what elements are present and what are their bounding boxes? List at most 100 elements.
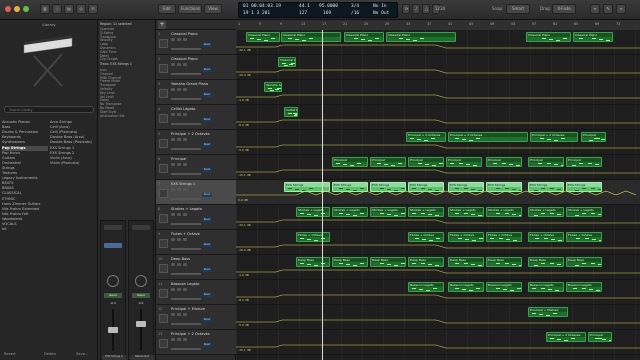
automation-mode-button[interactable]: Read	[202, 193, 212, 197]
record-enable-button[interactable]	[183, 88, 187, 91]
track-volume-slider[interactable]	[171, 173, 201, 175]
automation-mode-button[interactable]: Read	[202, 118, 212, 122]
drag-select[interactable]: X-Fade	[552, 4, 576, 14]
eq-thumbnail[interactable]	[104, 225, 122, 230]
pan-knob[interactable]	[107, 275, 119, 287]
track-parameter[interactable]: Articulation Set	[100, 114, 154, 118]
volume-automation-line[interactable]	[236, 319, 640, 324]
volume-automation-line[interactable]	[236, 144, 640, 149]
track-header[interactable]: 6 Principal Read	[156, 155, 236, 180]
automation-mode-button[interactable]: Read	[202, 268, 212, 272]
mute-button[interactable]	[171, 138, 175, 141]
volume-automation-line[interactable]	[236, 44, 640, 49]
volume-automation-line[interactable]	[236, 190, 637, 196]
library-icon[interactable]: ▥	[40, 4, 50, 14]
solo-button[interactable]	[177, 263, 181, 266]
zoom-window-button[interactable]	[23, 6, 29, 12]
track-name[interactable]: Yamaha Grand Piano	[171, 82, 208, 86]
mute-button[interactable]	[171, 88, 175, 91]
tuner-icon[interactable]: ♪	[412, 4, 420, 14]
track-name[interactable]: Flutes + Octave	[171, 232, 200, 236]
save-button[interactable]: Save...	[76, 352, 96, 358]
automation-mode-button[interactable]: Read	[202, 318, 212, 322]
solo-button[interactable]	[177, 238, 181, 241]
library-patch[interactable]: Violin (Pizzicato)	[50, 161, 96, 166]
solo-button[interactable]	[177, 313, 181, 316]
arrange-area[interactable]: Classical Piano Classical Piano Classical …	[236, 30, 640, 360]
track-volume-slider[interactable]	[171, 248, 201, 250]
track-volume-slider[interactable]	[171, 148, 201, 150]
volume-automation-line[interactable]	[236, 169, 640, 174]
solo-button[interactable]	[177, 288, 181, 291]
metronome-icon[interactable]: △	[422, 4, 430, 14]
track-name[interactable]: Cellist Legato	[171, 107, 195, 111]
playhead[interactable]	[322, 30, 323, 360]
automation-read-button-output[interactable]: Read	[132, 293, 150, 298]
solo-button[interactable]	[177, 163, 181, 166]
loops-icon[interactable]: ∞	[616, 4, 626, 14]
volume-automation-line[interactable]	[236, 269, 640, 274]
library-search-input[interactable]	[4, 106, 94, 113]
track-header[interactable]: 3 Yamaha Grand Piano Read	[156, 80, 236, 105]
lcd-display[interactable]: 01 00:04:03.19 19 1 3 201 44.1 127 95.00…	[238, 2, 398, 18]
solo-button[interactable]	[177, 113, 181, 116]
inspector-icon[interactable]: ⓘ	[52, 4, 62, 14]
track-name[interactable]: Principal	[171, 157, 186, 161]
volume-automation-line[interactable]	[236, 219, 640, 224]
track-header[interactable]: 12 Principal + Mixture Read	[156, 305, 236, 330]
mute-button[interactable]	[171, 213, 175, 216]
count-in-icon[interactable]: 1234	[432, 4, 445, 14]
solo-button[interactable]	[177, 338, 181, 341]
revert-button[interactable]: Revert	[4, 352, 24, 358]
mute-button[interactable]	[171, 63, 175, 66]
volume-fader[interactable]	[108, 327, 118, 333]
record-enable-button[interactable]	[183, 163, 187, 166]
track-header[interactable]: 9 Flutes + Octave Read	[156, 230, 236, 255]
mute-button[interactable]	[171, 163, 175, 166]
solo-button[interactable]	[177, 188, 181, 191]
solo-button[interactable]	[177, 38, 181, 41]
solo-button[interactable]	[177, 213, 181, 216]
automation-mode-button[interactable]: Read	[202, 143, 212, 147]
track-volume-slider[interactable]	[171, 323, 201, 325]
mute-button[interactable]	[171, 188, 175, 191]
pan-knob-output[interactable]	[135, 275, 147, 287]
notes-icon[interactable]: ✎	[603, 4, 613, 14]
mute-button[interactable]	[171, 313, 175, 316]
automation-mode-button[interactable]: Read	[202, 68, 212, 72]
automation-mode-button[interactable]: Read	[202, 343, 212, 347]
minimize-window-button[interactable]	[14, 6, 20, 12]
track-volume-slider[interactable]	[171, 223, 201, 225]
track-name[interactable]: Principal + Mixture	[171, 307, 205, 311]
record-enable-button[interactable]	[183, 113, 187, 116]
record-enable-button[interactable]	[183, 213, 187, 216]
menu-view[interactable]: View	[204, 4, 222, 14]
track-volume-slider[interactable]	[171, 48, 201, 50]
cycle-icon[interactable]: ⟳	[402, 4, 410, 14]
automation-read-button[interactable]: Read	[104, 293, 122, 298]
automation-mode-button[interactable]: Read	[202, 293, 212, 297]
snap-select[interactable]: Smart	[506, 4, 530, 14]
track-volume-slider[interactable]	[171, 73, 201, 75]
track-volume-slider[interactable]	[171, 98, 201, 100]
close-window-button[interactable]	[5, 6, 11, 12]
delete-button[interactable]: Delete	[44, 352, 64, 358]
volume-automation-line[interactable]	[236, 69, 640, 74]
track-header[interactable]: 11 Bassoon Legato Read	[156, 280, 236, 305]
record-enable-button[interactable]	[183, 288, 187, 291]
volume-automation-line[interactable]	[236, 119, 640, 124]
track-name[interactable]: Deep Bass	[171, 257, 190, 261]
record-enable-button[interactable]	[183, 313, 187, 316]
record-enable-button[interactable]	[183, 338, 187, 341]
track-header[interactable]: 13 Principal + 2 Octaves Read	[156, 330, 236, 355]
track-volume-slider[interactable]	[171, 198, 201, 200]
track-header[interactable]: Track: EXS Strings 1	[100, 62, 154, 66]
track-header[interactable]: 2 Classical Piano Read	[156, 55, 236, 80]
track-name[interactable]: Classical Piano	[171, 57, 198, 61]
volume-automation-line[interactable]	[236, 94, 640, 99]
record-enable-button[interactable]	[183, 38, 187, 41]
bar-ruler[interactable]: 1 5 9 13 17 21 25 29 33 37 41 45 49 53 57 61 65 69 73	[236, 20, 640, 30]
track-volume-slider[interactable]	[171, 298, 201, 300]
automation-mode-button[interactable]: Read	[202, 168, 212, 172]
track-header[interactable]: 7 EXS Strings 1 Read	[156, 180, 236, 205]
